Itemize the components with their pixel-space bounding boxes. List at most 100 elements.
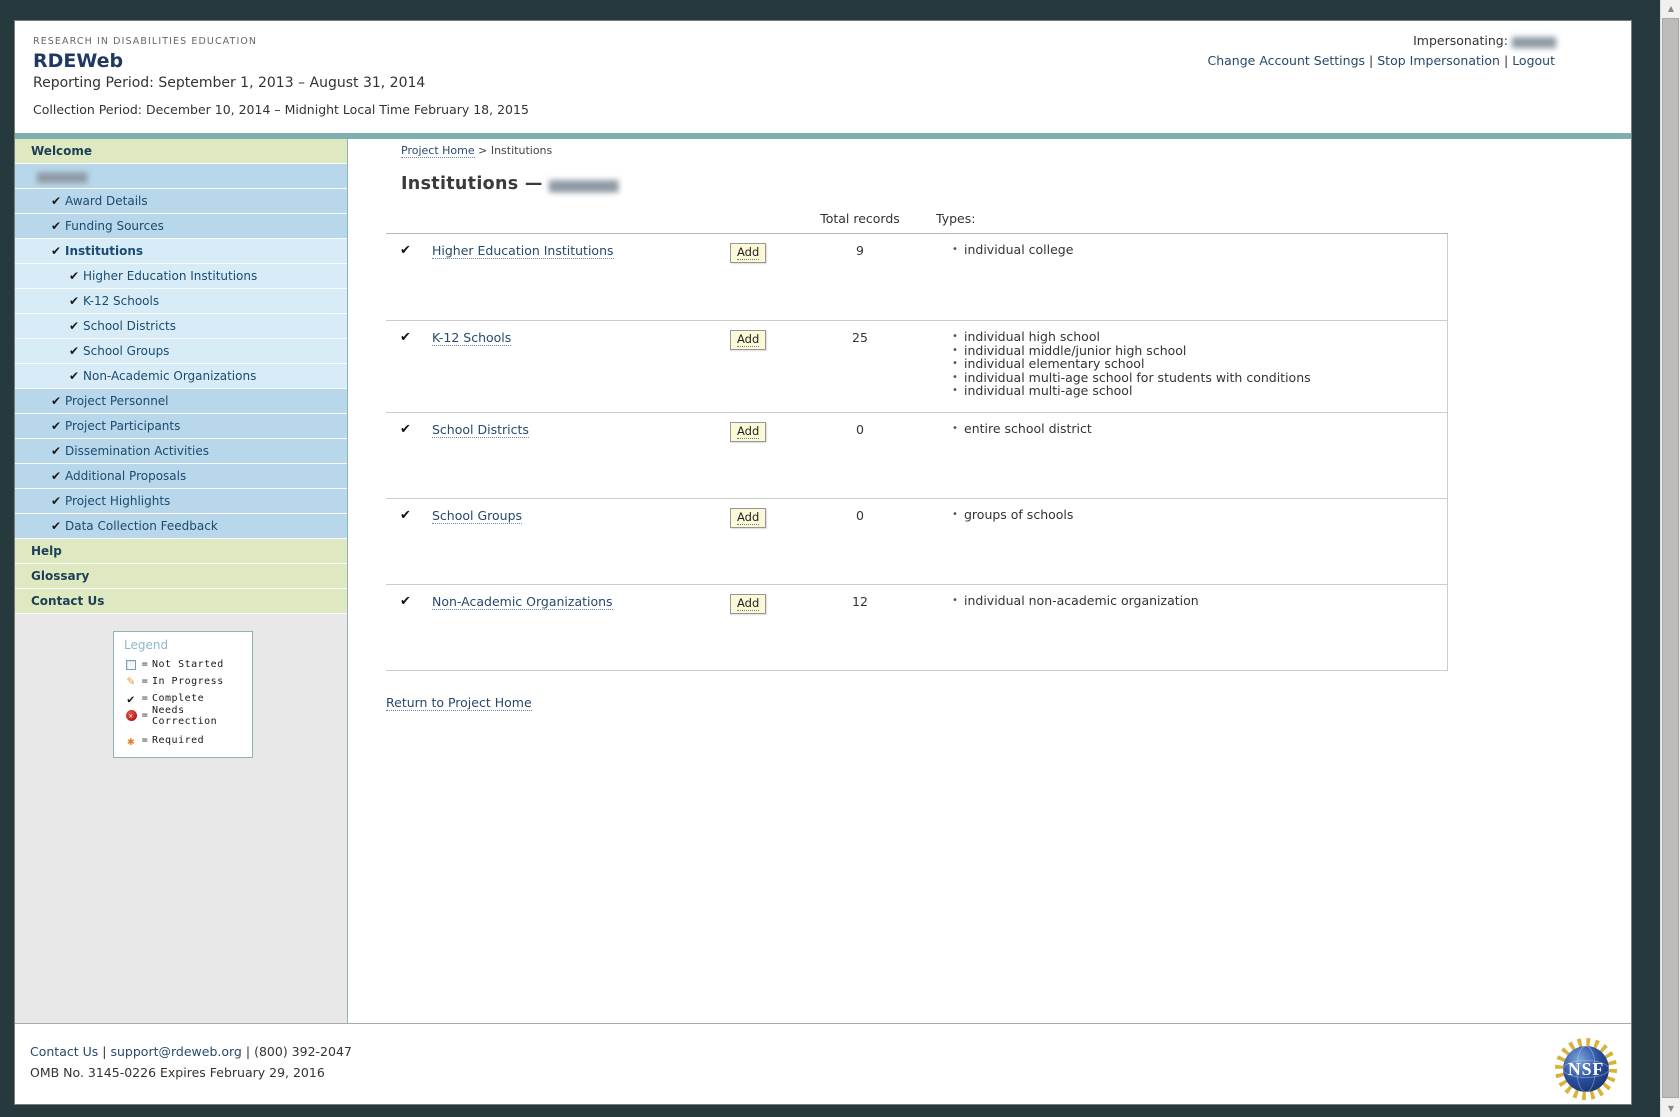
legend-items: =Not Started✎=In Progress✔=Complete✕=Nee… [124,658,244,747]
complete-check-icon: ✔ [400,508,432,584]
table-body: ✔Higher Education InstitutionsAdd9•indiv… [386,234,1448,671]
footer-contact-us-link[interactable]: Contact Us [30,1044,98,1059]
sidebar-item-school-groups[interactable]: ✔School Groups [15,339,347,364]
sidebar-item-non-academic-organizations[interactable]: ✔Non-Academic Organizations [15,364,347,389]
breadcrumb-project-home-link[interactable]: Project Home [401,144,475,158]
institution-link-higher-education-institutions[interactable]: Higher Education Institutions [432,243,614,259]
table-row-non-academic-organizations: ✔Non-Academic OrganizationsAdd12•individ… [386,584,1447,670]
sidebar-item-institutions[interactable]: ✔Institutions [15,239,347,264]
legend-item-needs-correction: ✕=Needs Correction [124,709,244,722]
legend-title: Legend [124,638,244,652]
legend-item-required: ✱=Required [124,734,244,747]
total-records-column-header: Total records [800,211,920,226]
add-button-k-12-schools[interactable]: Add [730,330,766,350]
types-list: •groups of schools [920,508,1447,584]
sidebar-item-label: Data Collection Feedback [65,519,218,533]
sidebar-item-award-details[interactable]: ✔Award Details [15,189,347,214]
sidebar-item-k-12-schools[interactable]: ✔K-12 Schools [15,289,347,314]
footer: Contact Us|support@rdeweb.org|(800) 392-… [15,1023,1631,1105]
collection-period: Collection Period: December 10, 2014 – M… [33,102,1631,117]
sidebar-item-project-personnel[interactable]: ✔Project Personnel [15,389,347,414]
type-item: •individual non-academic organization [952,594,1447,608]
institution-link-k-12-schools[interactable]: K-12 Schools [432,330,511,346]
equals-sign: = [138,659,152,670]
complete-check-icon: ✔ [51,489,65,513]
logout-link[interactable]: Logout [1512,53,1555,68]
complete-check-icon: ✔ [124,692,138,705]
type-text: individual elementary school [964,357,1144,371]
page-title: Institutions — ▆▆▆▆▆▆▆ [401,174,1631,194]
separator: | [1365,53,1377,68]
legend-item-label: Complete [152,693,204,704]
legend-item-label: Required [152,735,204,746]
complete-check-icon: ✔ [51,514,65,538]
footer-email-link[interactable]: support@rdeweb.org [111,1044,242,1059]
page: RESEARCH IN DISABILITIES EDUCATION RDEWe… [0,0,1680,1117]
type-text: entire school district [964,422,1092,436]
total-records-value: 12 [800,594,920,670]
change-account-settings-link[interactable]: Change Account Settings [1207,53,1365,68]
account-links: Change Account Settings|Stop Impersonati… [1207,51,1555,71]
sidebar-item-masked[interactable]: ▆▆▆▆▆▆ [15,164,347,189]
vertical-scrollbar[interactable]: ▲ ▼ [1660,0,1680,1117]
content: Welcome▆▆▆▆▆▆✔Award Details✔Funding Sour… [15,139,1631,1023]
add-button-higher-education-institutions[interactable]: Add [730,243,766,263]
sidebar-item-higher-education-institutions[interactable]: ✔Higher Education Institutions [15,264,347,289]
sidebar-item-label: Contact Us [31,594,104,608]
sidebar-item-school-districts[interactable]: ✔School Districts [15,314,347,339]
bullet-icon: • [952,371,964,385]
scrollbar-thumb[interactable] [1662,18,1679,1098]
legend-item-in-progress: ✎=In Progress [124,675,244,688]
sidebar-item-label: Help [31,544,62,558]
add-button-school-groups[interactable]: Add [730,508,766,528]
sidebar-nav: Welcome▆▆▆▆▆▆✔Award Details✔Funding Sour… [15,139,347,614]
sidebar-item-contact-us[interactable]: Contact Us [15,589,347,614]
equals-sign: = [138,693,152,704]
add-button-non-academic-organizations[interactable]: Add [730,594,766,614]
sidebar-item-welcome[interactable]: Welcome [15,139,347,164]
add-cell: Add [730,243,800,320]
complete-check-icon: ✔ [69,314,83,338]
footer-omb-line: OMB No. 3145-0226 Expires February 29, 2… [30,1062,352,1083]
institution-link-school-groups[interactable]: School Groups [432,508,522,524]
sidebar-item-label: Award Details [65,194,148,208]
type-item: •individual multi-age school [952,384,1447,398]
scrollbar-up-arrow-icon[interactable]: ▲ [1661,0,1680,17]
return-to-project-home-link[interactable]: Return to Project Home [386,695,532,711]
sidebar-item-help[interactable]: Help [15,539,347,564]
complete-check-icon: ✔ [51,414,65,438]
sidebar-item-funding-sources[interactable]: ✔Funding Sources [15,214,347,239]
table-header: Total records Types: [386,211,1448,234]
nsf-logo: NSF [1550,1035,1622,1103]
sidebar-item-project-participants[interactable]: ✔Project Participants [15,414,347,439]
sidebar-item-label: Institutions [65,244,143,258]
institution-link-school-districts[interactable]: School Districts [432,422,529,438]
complete-check-icon: ✔ [51,439,65,463]
impersonating-line: Impersonating: ▆▆▆▆▆ [1207,31,1555,51]
scrollbar-down-arrow-icon[interactable]: ▼ [1661,1100,1680,1117]
stop-impersonation-link[interactable]: Stop Impersonation [1377,53,1500,68]
required-asterisk-icon: ✱ [124,734,138,747]
complete-check-icon: ✔ [69,264,83,288]
complete-check-icon: ✔ [51,189,65,213]
sidebar-item-glossary[interactable]: Glossary [15,564,347,589]
add-cell: Add [730,330,800,412]
institution-link-non-academic-organizations[interactable]: Non-Academic Organizations [432,594,613,610]
sidebar-item-project-highlights[interactable]: ✔Project Highlights [15,489,347,514]
type-text: groups of schools [964,508,1073,522]
add-button-school-districts[interactable]: Add [730,422,766,442]
complete-check-icon: ✔ [400,422,432,498]
red-x-circle-icon: ✕ [126,710,137,721]
not-started-icon [124,658,138,671]
institution-name-cell: School Districts [432,422,730,498]
sidebar-item-label: Funding Sources [65,219,164,233]
sidebar-item-label: Glossary [31,569,89,583]
sidebar-item-label: Additional Proposals [65,469,186,483]
sidebar-item-data-collection-feedback[interactable]: ✔Data Collection Feedback [15,514,347,539]
complete-check-icon: ✔ [400,330,432,412]
legend-item-label: Not Started [152,659,224,670]
footer-text: Contact Us|support@rdeweb.org|(800) 392-… [30,1041,352,1083]
sidebar-item-additional-proposals[interactable]: ✔Additional Proposals [15,464,347,489]
type-text: individual non-academic organization [964,594,1199,608]
sidebar-item-dissemination-activities[interactable]: ✔Dissemination Activities [15,439,347,464]
